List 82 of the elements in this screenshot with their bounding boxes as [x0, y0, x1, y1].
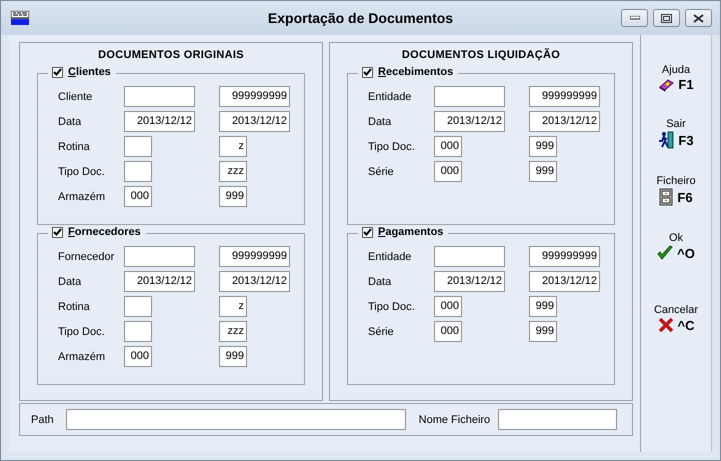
- checkbox[interactable]: [52, 226, 63, 238]
- input-field[interactable]: 2013/12/12: [434, 111, 505, 132]
- checkbox[interactable]: [362, 226, 373, 238]
- close-icon: [693, 14, 704, 22]
- input-field[interactable]: [124, 161, 152, 182]
- app-icon: [11, 11, 29, 25]
- input-field[interactable]: 999: [529, 136, 557, 157]
- minimize-button[interactable]: [621, 9, 648, 27]
- field-label: Data: [58, 116, 82, 128]
- input-field[interactable]: 999999999: [219, 86, 290, 107]
- input-field[interactable]: z: [219, 296, 247, 317]
- field-label: Cliente: [58, 90, 94, 102]
- minimize-icon: [630, 16, 640, 20]
- input-field[interactable]: 000: [124, 346, 152, 367]
- input-field[interactable]: 2013/12/12: [219, 271, 290, 292]
- action-button[interactable]: Sair F3: [658, 118, 694, 149]
- field-label: Entidade: [368, 250, 412, 262]
- input-field[interactable]: 2013/12/12: [124, 111, 195, 132]
- field-label: Armazém: [58, 350, 106, 362]
- section-title: DOCUMENTOS ORIGINAIS: [97, 49, 245, 61]
- field-label: Série: [368, 166, 395, 178]
- action-button[interactable]: Ajuda F1: [658, 64, 694, 92]
- input-field[interactable]: 2013/12/12: [219, 111, 290, 132]
- input-field[interactable]: [124, 321, 152, 342]
- field-label: Entidade: [368, 90, 412, 102]
- input-field[interactable]: z: [219, 136, 247, 157]
- input-field[interactable]: [124, 296, 152, 317]
- window-title: Exportação de Documentos: [268, 10, 454, 26]
- field-label: Data: [368, 116, 392, 128]
- field-label: Armazém: [58, 190, 106, 202]
- input-field[interactable]: 000: [434, 136, 462, 157]
- input-field[interactable]: 999: [529, 321, 557, 342]
- field-label: Rotina: [58, 140, 91, 152]
- field-label: Nome Ficheiro: [418, 414, 490, 426]
- input-field[interactable]: 000: [434, 161, 462, 182]
- file-cabinet-icon: [659, 188, 674, 206]
- cross-icon: [658, 317, 674, 333]
- book-icon: [658, 78, 674, 92]
- input-field[interactable]: zzz: [219, 161, 247, 182]
- field-label: Rotina: [58, 300, 91, 312]
- action-button[interactable]: Ok ^O: [657, 232, 695, 261]
- path-field[interactable]: [66, 409, 406, 430]
- field-label: Fornecedor: [58, 250, 116, 262]
- checkbox[interactable]: [52, 66, 63, 78]
- input-field[interactable]: 000: [434, 296, 462, 317]
- exit-icon: [658, 131, 674, 149]
- field-label: Tipo Doc.: [58, 326, 106, 338]
- input-field[interactable]: 999999999: [529, 246, 600, 267]
- action-button[interactable]: Ficheiro F6: [656, 175, 696, 206]
- close-button[interactable]: [685, 9, 712, 27]
- input-field[interactable]: 999: [529, 296, 557, 317]
- field-label: Data: [58, 276, 82, 288]
- input-field[interactable]: 000: [434, 321, 462, 342]
- input-field[interactable]: 2013/12/12: [529, 111, 600, 132]
- input-field[interactable]: 000: [124, 186, 152, 207]
- input-field[interactable]: 999: [219, 346, 247, 367]
- input-field[interactable]: [124, 86, 195, 107]
- input-field[interactable]: zzz: [219, 321, 247, 342]
- checkbox[interactable]: [362, 66, 373, 78]
- field-label: Tipo Doc.: [368, 300, 416, 312]
- field-label: Path: [31, 414, 54, 426]
- section-title: DOCUMENTOS LIQUIDAÇÃO: [400, 49, 562, 61]
- input-field[interactable]: [124, 136, 152, 157]
- input-field[interactable]: 999999999: [219, 246, 290, 267]
- maximize-icon: [661, 14, 672, 22]
- file-name-field[interactable]: [498, 409, 618, 430]
- field-label: Tipo Doc.: [368, 140, 416, 152]
- input-field[interactable]: [434, 86, 505, 107]
- input-field[interactable]: 999999999: [529, 86, 600, 107]
- input-field[interactable]: [124, 246, 195, 267]
- input-field[interactable]: 2013/12/12: [434, 271, 505, 292]
- action-button[interactable]: Cancelar ^C: [654, 304, 698, 333]
- checkmark-icon: [657, 245, 674, 261]
- input-field[interactable]: 999: [219, 186, 247, 207]
- input-field[interactable]: 2013/12/12: [529, 271, 600, 292]
- field-label: Tipo Doc.: [58, 166, 106, 178]
- field-label: Data: [368, 276, 392, 288]
- input-field[interactable]: [434, 246, 505, 267]
- input-field[interactable]: 999: [529, 161, 557, 182]
- maximize-button[interactable]: [653, 9, 680, 27]
- input-field[interactable]: 2013/12/12: [124, 271, 195, 292]
- field-label: Série: [368, 326, 395, 338]
